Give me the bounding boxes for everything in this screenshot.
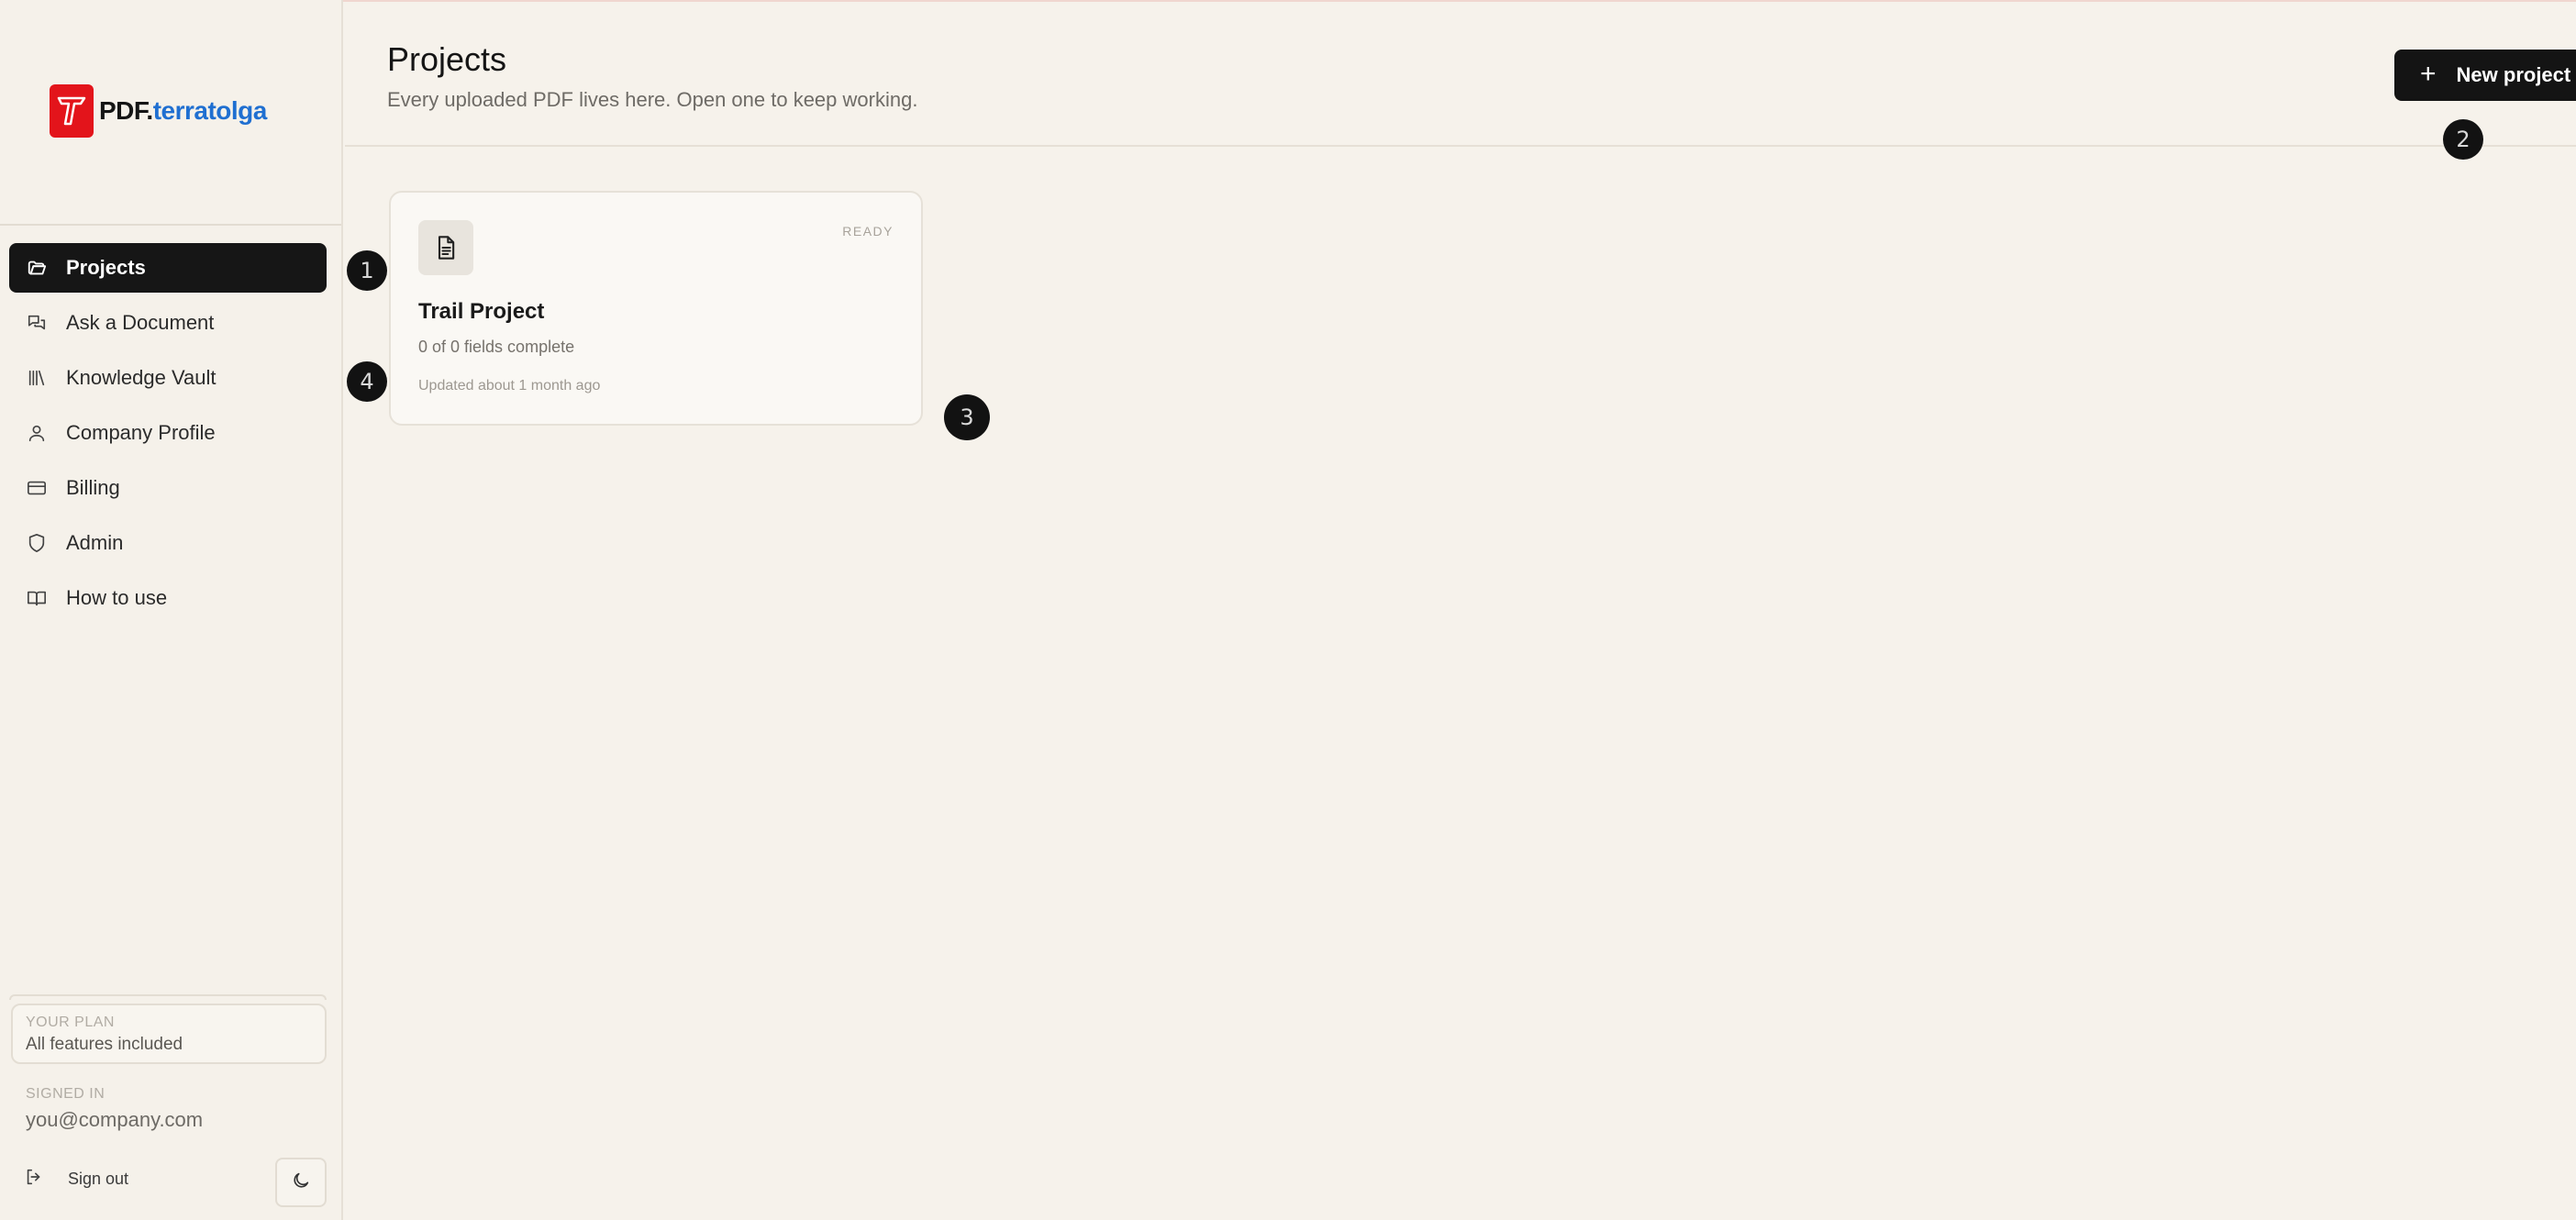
moon-icon	[291, 1170, 311, 1195]
plan-card: YOUR PLAN All features included	[11, 1004, 327, 1064]
sidebar-item-label: Ask a Document	[66, 311, 215, 334]
sidebar-item-ask-a-document[interactable]: Ask a Document	[9, 298, 327, 348]
credit-card-icon	[26, 477, 48, 499]
plan-caption: YOUR PLAN	[26, 1015, 115, 1030]
sidebar-item-projects[interactable]: Projects	[9, 243, 327, 293]
sidebar-divider	[0, 224, 341, 226]
sidebar-item-label: Admin	[66, 531, 124, 554]
page-subtitle: Every uploaded PDF lives here. Open one …	[387, 88, 918, 111]
brand-name-part2: terratolga	[152, 96, 268, 125]
annotation-marker-4: 4	[347, 361, 387, 402]
sidebar-item-label: Billing	[66, 476, 120, 499]
sidebar-item-label: Projects	[66, 256, 146, 279]
shield-icon	[26, 532, 48, 554]
signed-in-info: SIGNED IN you@company.com	[26, 1086, 203, 1132]
annotation-marker-3: 3	[944, 394, 990, 440]
signed-in-caption: SIGNED IN	[26, 1086, 105, 1102]
annotation-marker-1: 1	[347, 250, 387, 291]
plan-value: All features included	[26, 1035, 183, 1054]
status-badge: READY	[842, 224, 894, 238]
sidebar-nav: Projects Ask a Document Knowledge Vault …	[9, 243, 327, 628]
new-project-label: New project	[2456, 63, 2571, 86]
project-fields-progress: 0 of 0 fields complete	[418, 338, 575, 356]
document-icon	[418, 220, 473, 275]
pdf-logo-icon	[50, 84, 94, 138]
library-icon	[26, 367, 48, 389]
sidebar-item-billing[interactable]: Billing	[9, 463, 327, 513]
sidebar-item-label: Company Profile	[66, 421, 216, 444]
theme-toggle-button[interactable]	[275, 1158, 327, 1207]
plus-icon: +	[2420, 58, 2437, 89]
sidebar-item-label: Knowledge Vault	[66, 366, 217, 389]
sign-out-label: Sign out	[68, 1170, 129, 1188]
annotation-marker-2: 2	[2443, 119, 2483, 160]
sidebar-item-knowledge-vault[interactable]: Knowledge Vault	[9, 353, 327, 403]
brand-name-part1: PDF.	[99, 96, 153, 125]
book-open-icon	[26, 587, 48, 609]
sidebar-item-company-profile[interactable]: Company Profile	[9, 408, 327, 458]
page-header: Projects Every uploaded PDF lives here. …	[345, 0, 2576, 147]
sidebar-item-label: How to use	[66, 586, 168, 609]
folder-open-icon	[26, 257, 48, 279]
sidebar: PDF.terratolga Projects Ask a Document K…	[0, 0, 343, 1220]
sign-out-icon	[24, 1167, 44, 1192]
project-updated-time: Updated about 1 month ago	[418, 378, 601, 394]
plan-card-edge	[9, 994, 327, 1000]
project-title: Trail Project	[418, 299, 545, 324]
user-icon	[26, 422, 48, 444]
page-title: Projects	[387, 40, 507, 78]
new-project-button[interactable]: + New project	[2394, 50, 2576, 101]
project-card[interactable]: READY Trail Project 0 of 0 fields comple…	[389, 191, 923, 426]
brand-name: PDF.terratolga	[99, 96, 267, 126]
brand-logo[interactable]: PDF.terratolga	[50, 84, 267, 138]
sign-out-button[interactable]: Sign out	[24, 1167, 128, 1192]
sidebar-item-how-to-use[interactable]: How to use	[9, 573, 327, 623]
chat-bubbles-icon	[26, 312, 48, 334]
signed-in-email: you@company.com	[26, 1108, 204, 1131]
sidebar-item-admin[interactable]: Admin	[9, 518, 327, 568]
